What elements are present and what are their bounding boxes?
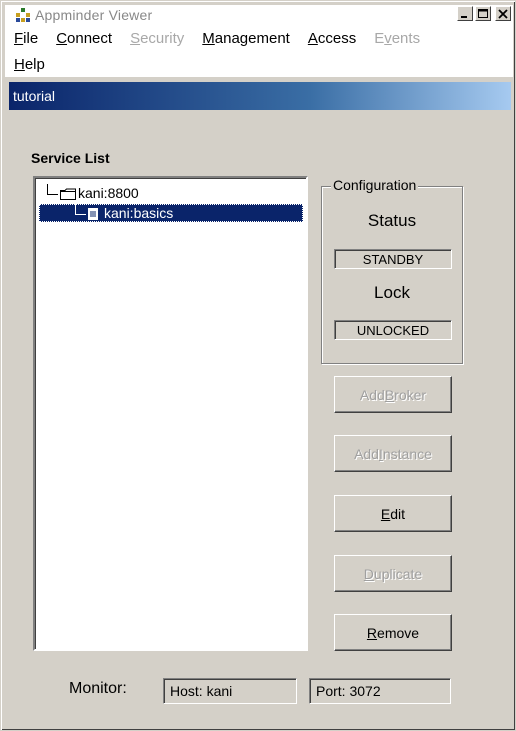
menu-access[interactable]: Access	[299, 30, 365, 47]
add-instance-label: nstance	[382, 445, 432, 462]
remove-label: emove	[377, 624, 420, 641]
duplicate-button[interactable]: Duplicate	[334, 555, 452, 592]
duplicate-mnemonic: D	[363, 565, 374, 582]
app-icon	[15, 7, 31, 23]
maximize-button[interactable]	[475, 6, 491, 21]
menu-security[interactable]: Security	[121, 30, 193, 47]
menu-file-label: ile	[23, 29, 39, 47]
close-button[interactable]	[495, 6, 511, 21]
menu-access-mnemonic: A	[307, 29, 318, 47]
tree-node-service-label: kani:basics	[104, 205, 174, 221]
menu-security-mnemonic: S	[130, 29, 141, 47]
menu-events-mnemonic: v	[384, 29, 392, 47]
menu-connect-mnemonic: C	[56, 29, 68, 47]
menu-file-mnemonic: F	[14, 29, 24, 47]
tree-branch-line	[75, 203, 86, 215]
menu-events-label: ents	[391, 29, 421, 47]
tree-node-service-selected[interactable]: kani:basics	[39, 203, 303, 222]
menu-access-label: ccess	[317, 29, 357, 47]
add-instance-prefix: Add	[354, 445, 379, 462]
folder-icon	[60, 187, 76, 200]
edit-label: dit	[390, 505, 406, 522]
inner-window-title: tutorial	[13, 88, 56, 104]
tree-node-host[interactable]: kani:8800	[47, 183, 139, 202]
menu-bar: File Connect Security Management Access …	[5, 25, 513, 77]
tree-branch-line	[47, 183, 58, 195]
add-broker-button[interactable]: Add Broker	[334, 376, 452, 413]
menu-help[interactable]: Help	[5, 56, 54, 73]
minimize-button[interactable]	[457, 6, 473, 21]
monitor-label: Monitor:	[69, 680, 127, 697]
add-instance-button[interactable]: Add Instance	[334, 435, 452, 472]
lock-value: UNLOCKED	[334, 320, 452, 340]
status-label: Status	[367, 211, 417, 230]
menu-file[interactable]: File	[5, 30, 47, 47]
menu-connect-label: onnect	[67, 29, 113, 47]
inner-window-title-bar[interactable]: tutorial	[9, 82, 511, 110]
add-broker-mnemonic: B	[384, 386, 395, 403]
add-broker-label: roker	[394, 386, 427, 403]
maximize-icon	[478, 8, 488, 18]
minimize-icon	[461, 15, 467, 18]
menu-events-prefix: E	[374, 29, 385, 47]
monitor-host-field: Host: kani	[163, 678, 297, 704]
service-list-heading: Service List	[31, 150, 110, 166]
menu-management[interactable]: Management	[193, 30, 299, 47]
document-icon	[88, 207, 98, 220]
remove-mnemonic: R	[366, 624, 378, 641]
edit-button[interactable]: Edit	[334, 495, 452, 532]
menu-management-mnemonic: M	[202, 29, 215, 47]
window-title: Appminder Viewer	[35, 7, 153, 23]
app-window: Appminder Viewer File Connect Security M…	[0, 0, 516, 731]
configuration-legend: Configuration	[331, 177, 419, 193]
add-broker-prefix: Add	[359, 386, 385, 403]
menu-help-label: elp	[24, 55, 45, 73]
status-value: STANDBY	[334, 249, 452, 269]
close-icon	[498, 8, 508, 19]
remove-button[interactable]: Remove	[334, 614, 452, 651]
menu-events[interactable]: Events	[365, 30, 429, 47]
monitor-port-field: Port: 3072	[309, 678, 451, 704]
lock-label: Lock	[374, 283, 410, 302]
menu-security-label: ecurity	[140, 29, 185, 47]
menu-management-label: anagement	[214, 29, 290, 47]
service-tree[interactable]: kani:8800 kani:basics	[33, 176, 308, 651]
menu-connect[interactable]: Connect	[47, 30, 121, 47]
edit-mnemonic: E	[380, 505, 391, 522]
title-bar[interactable]: Appminder Viewer	[5, 5, 513, 25]
duplicate-label: uplicate	[373, 565, 423, 582]
tree-node-host-label: kani:8800	[78, 185, 139, 201]
menu-help-mnemonic: H	[14, 55, 25, 73]
